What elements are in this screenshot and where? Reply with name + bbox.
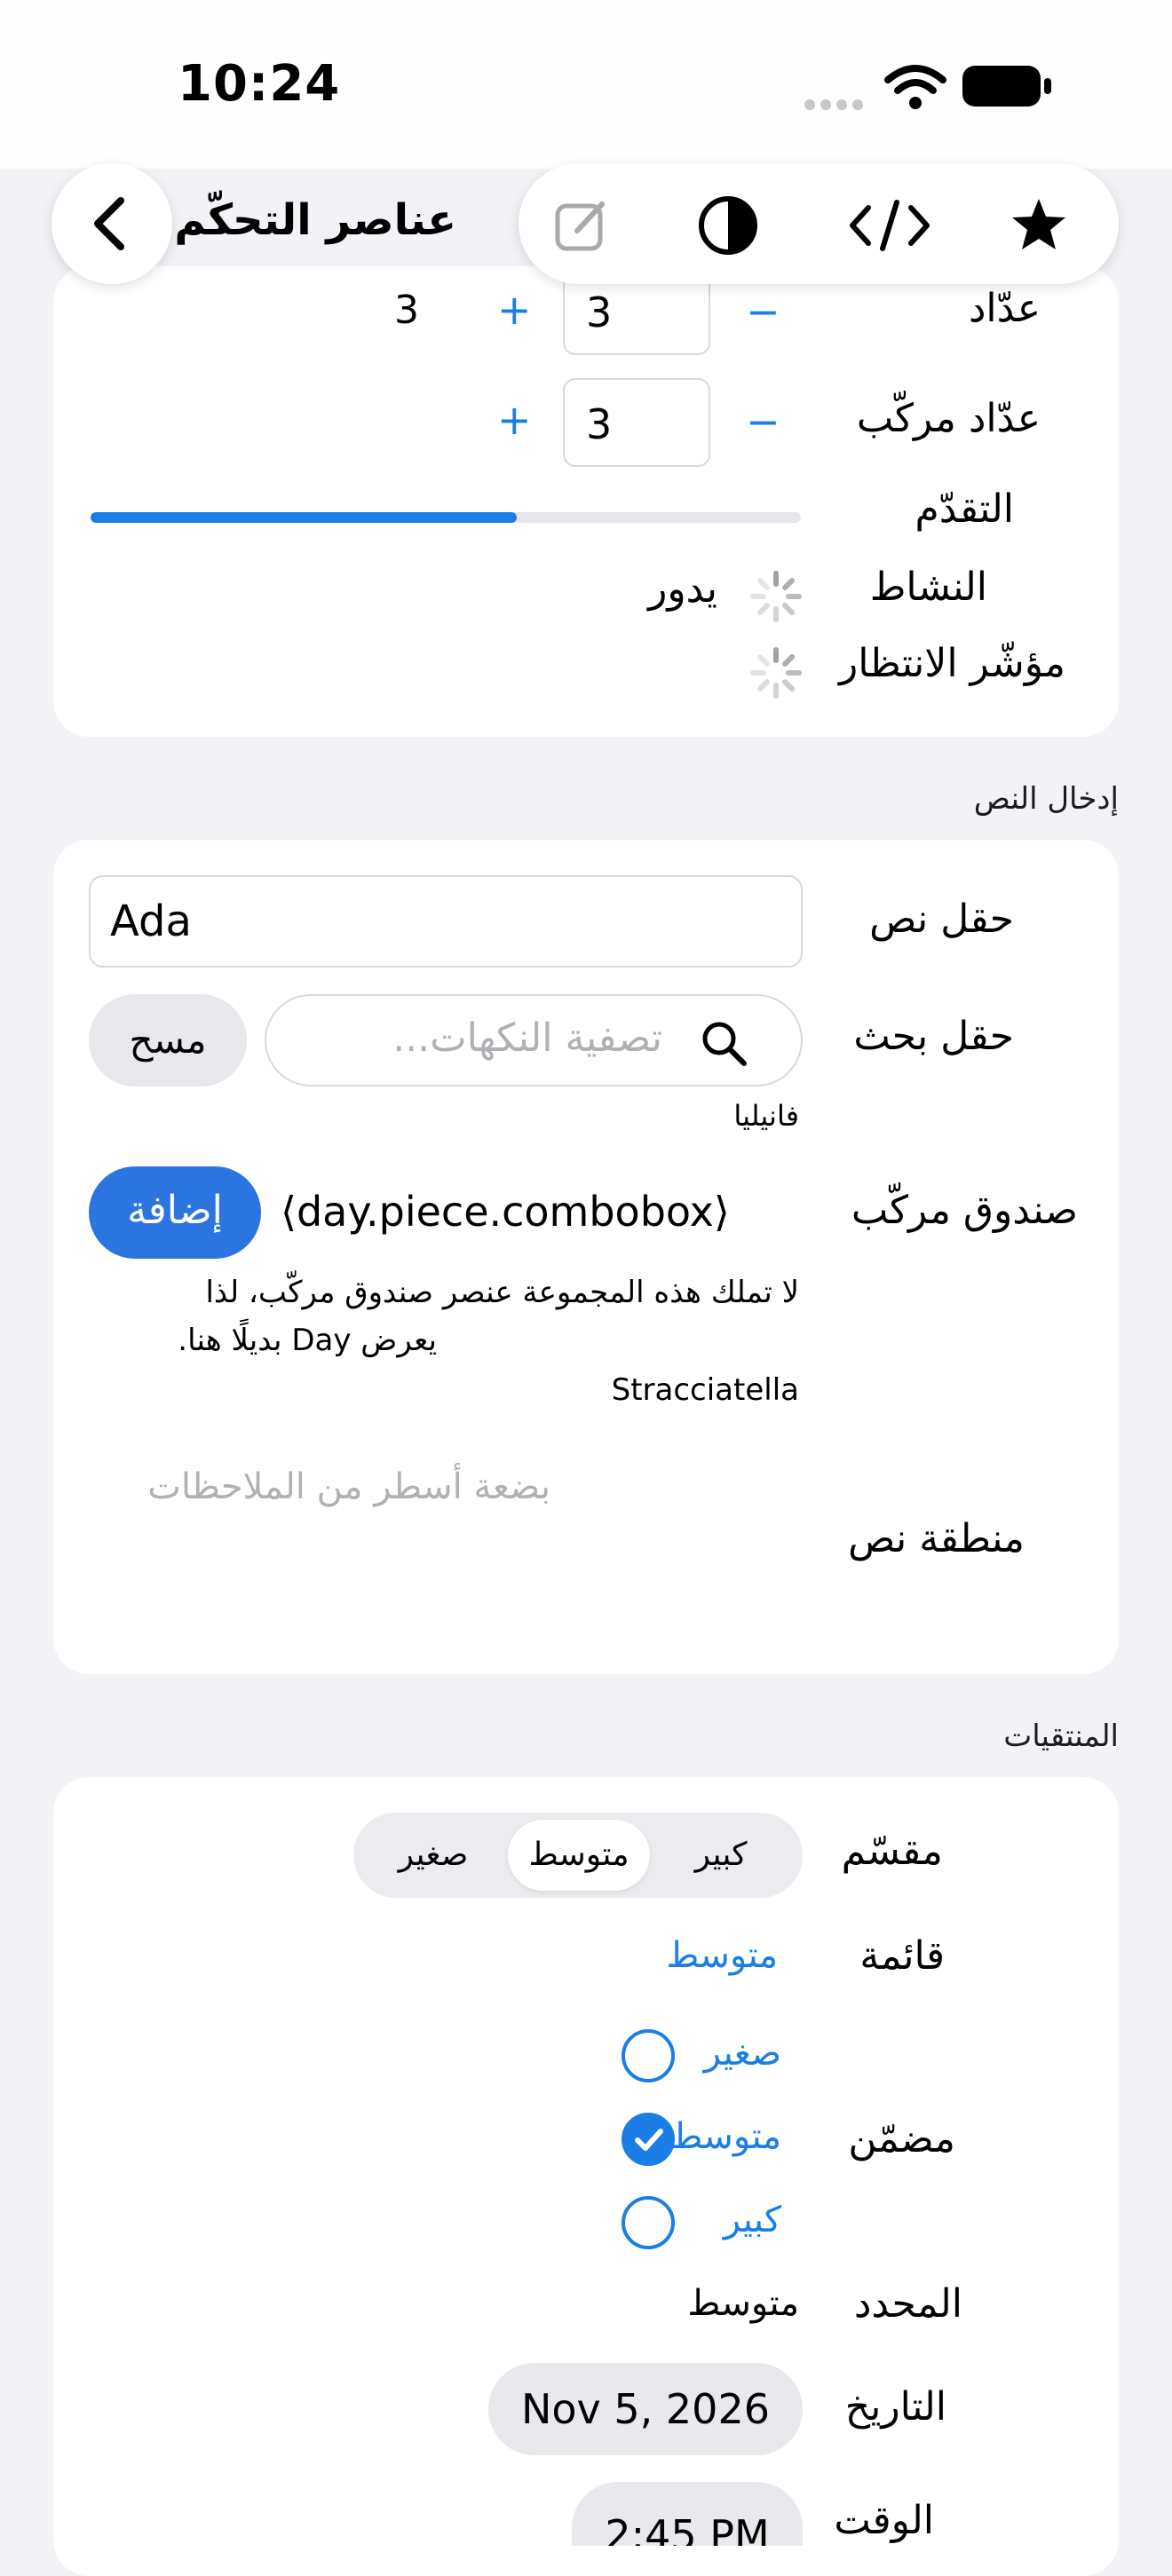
time-picker-button[interactable]: 2:45 PM [572,2482,803,2546]
controls-card: عدّاد − 3 + 3 عدّاد مركّب − 3 + التقدّم … [53,266,1119,737]
segmented-label: مقسّم [841,1829,943,1874]
stepper-minus-button[interactable]: − [746,288,780,336]
toolbar [519,163,1119,284]
stepper-readout: 3 [394,288,419,333]
text-field-input[interactable]: Ada [89,875,803,968]
progress-bar-fill [91,512,517,523]
combobox-extra-text: Stracciatella [611,1372,799,1408]
text-field-label: حقل نص [869,897,1014,942]
inline-option-small-label[interactable]: صغير [704,2033,781,2074]
compound-plus-button[interactable]: + [497,396,532,444]
wifi-icon [884,65,946,109]
date-picker-button[interactable]: Nov 5, 2026 [488,2363,803,2455]
inline-option-large-label[interactable]: كبير [724,2200,781,2240]
clear-button[interactable]: مسح [89,994,247,1087]
selected-value: متوسط [687,2283,799,2324]
combobox-note-line1: لا تملك هذه المجموعة عنصر صندوق مركّب، ل… [205,1275,799,1310]
activity-text: يدور [648,566,717,612]
inline-picker-label: مضمّن [848,2116,955,2161]
inline-option-small-radio[interactable] [622,2029,675,2082]
segment-small[interactable]: صغير [362,1820,504,1891]
time-picker-label: الوقت [834,2498,934,2543]
inline-option-medium-radio[interactable] [622,2113,675,2166]
inline-option-large-radio[interactable] [622,2196,675,2249]
progress-label: التقدّم [915,486,1014,532]
segmented-control[interactable]: كبير متوسط صغير [353,1813,803,1898]
edit-icon[interactable] [552,195,613,256]
battery-icon [962,66,1051,107]
combobox-note-line2: يعرض Day بديلًا هنا. [178,1323,437,1358]
star-icon[interactable] [1010,197,1067,252]
activity-label: النشاط [869,565,987,610]
segment-large[interactable]: كبير [650,1820,792,1891]
page-title: عناصر التحكّم [174,195,456,245]
wait-indicator-label: مؤشّر الانتظار [838,641,1065,686]
combobox-label: صندوق مركّب [851,1188,1078,1233]
back-button[interactable] [51,163,172,284]
stepper-label: عدّاد [968,286,1041,331]
search-input[interactable]: تصفية النكهات... [265,994,803,1087]
combobox-value[interactable]: ⟨day.piece.combobox⟩ [281,1188,730,1236]
selected-label: المحدد [853,2281,962,2327]
compound-stepper-label: عدّاد مركّب [856,396,1041,441]
date-picker-label: التاريخ [844,2384,946,2430]
inline-option-medium-label[interactable]: متوسط [669,2116,781,2157]
compound-value-field[interactable]: 3 [563,378,710,467]
contrast-icon[interactable] [696,194,760,257]
search-placeholder: تصفية النكهات... [392,1015,662,1061]
textarea-placeholder[interactable]: بضعة أسطر من الملاحظات [147,1466,550,1507]
add-button[interactable]: إضافة [89,1166,261,1259]
activity-spinner-icon [750,571,802,622]
search-icon [702,1022,747,1066]
pickers-section-title: المنتقيات [1003,1719,1119,1754]
text-input-section-title: إدخال النص [973,781,1119,817]
segment-medium[interactable]: متوسط [508,1820,650,1891]
chevron-left-icon [94,197,124,250]
search-field-label: حقل بحث [853,1014,1014,1059]
checkmark-icon [635,2129,663,2151]
menu-picker-label: قائمة [859,1933,945,1979]
search-result-text: فانيليا [733,1099,799,1133]
menu-picker-value[interactable]: متوسط [666,1935,778,1976]
compound-minus-button[interactable]: − [746,398,780,446]
stepper-plus-button[interactable]: + [497,286,532,334]
status-time: 10:24 [178,55,341,113]
wait-spinner-icon [750,647,802,699]
progress-bar [91,512,801,523]
textarea-label: منطقة نص [848,1516,1025,1561]
code-icon[interactable] [847,199,932,252]
signal-icon [804,99,863,110]
